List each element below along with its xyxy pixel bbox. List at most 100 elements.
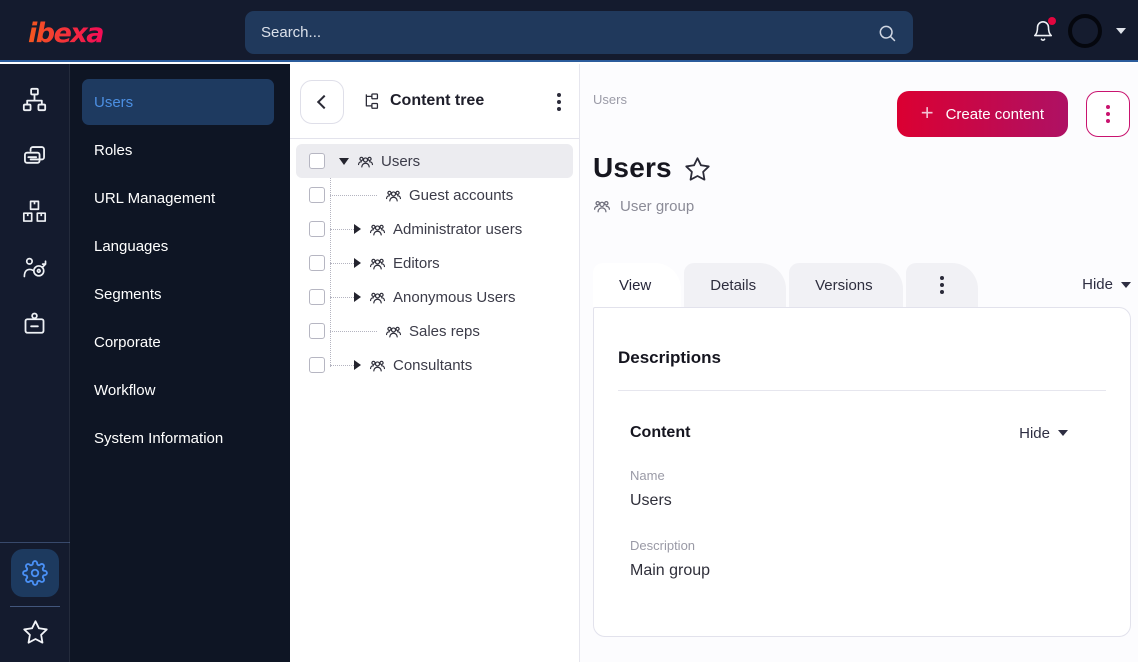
sidebar-item-roles[interactable]: Roles bbox=[82, 127, 274, 173]
admin-settings-button[interactable] bbox=[11, 549, 59, 597]
header-actions: + Create content bbox=[896, 91, 1130, 137]
field-label: Description bbox=[630, 538, 696, 553]
tree-item-label: Administrator users bbox=[393, 220, 523, 238]
divider bbox=[618, 390, 1106, 391]
caret-expanded-icon[interactable] bbox=[339, 157, 349, 165]
tree-item-users[interactable]: Users bbox=[296, 144, 573, 178]
caret-collapsed-icon[interactable] bbox=[354, 224, 361, 234]
field-name: Name Users bbox=[630, 468, 1094, 510]
hide-label: Hide bbox=[1082, 276, 1113, 293]
tree-item-editors[interactable]: Editors bbox=[296, 246, 573, 280]
sidebar-item-url-management[interactable]: URL Management bbox=[82, 175, 274, 221]
view-tab-card: Descriptions Content Hide Name Users Des… bbox=[593, 307, 1131, 637]
search-icon[interactable] bbox=[877, 23, 897, 43]
tree-item-label: Editors bbox=[393, 254, 440, 272]
rail-divider bbox=[10, 606, 60, 607]
avatar[interactable] bbox=[1068, 14, 1102, 48]
bookmarks-button[interactable] bbox=[22, 619, 49, 646]
content-tree-header: Content tree bbox=[290, 64, 579, 138]
search-input[interactable] bbox=[261, 24, 877, 41]
tree-icon bbox=[362, 92, 381, 111]
kebab-menu-icon bbox=[939, 276, 944, 294]
sidebar-item-label: Corporate bbox=[94, 333, 161, 351]
hide-panel-toggle[interactable]: Hide bbox=[1082, 276, 1131, 293]
checkbox[interactable] bbox=[309, 323, 325, 339]
user-group-icon bbox=[593, 197, 611, 215]
hide-section-toggle[interactable]: Hide bbox=[1019, 425, 1068, 442]
caret-collapsed-icon[interactable] bbox=[354, 360, 361, 370]
user-group-icon bbox=[369, 221, 386, 238]
ibexa-admin-app: ibexa Search... Users Roles URL Manageme… bbox=[0, 0, 1138, 662]
user-group-icon bbox=[357, 153, 374, 170]
tree-connector-line bbox=[330, 330, 377, 332]
tree-item-label: Guest accounts bbox=[409, 186, 514, 204]
content-type-label: User group bbox=[620, 197, 695, 215]
field-value: Main group bbox=[630, 562, 711, 579]
tree-connector-line bbox=[330, 194, 377, 196]
user-group-icon bbox=[385, 187, 402, 204]
sidebar-item-label: Workflow bbox=[94, 381, 156, 399]
products-icon[interactable] bbox=[20, 196, 50, 226]
tab-versions[interactable]: Versions bbox=[789, 263, 903, 307]
sidebar-item-label: System Information bbox=[94, 429, 224, 447]
sidebar-item-label: Roles bbox=[94, 141, 133, 159]
tab-label: Versions bbox=[815, 276, 873, 294]
create-content-button[interactable]: + Create content bbox=[896, 91, 1068, 137]
global-search bbox=[245, 11, 913, 54]
caret-collapsed-icon[interactable] bbox=[354, 292, 361, 302]
collapse-tree-button[interactable] bbox=[300, 80, 344, 124]
checkbox[interactable] bbox=[309, 255, 325, 271]
segments-target-icon[interactable] bbox=[20, 252, 50, 282]
content-tree-panel: Content tree Users Guest accounts Admini… bbox=[290, 64, 580, 662]
tree-item-anonymous-users[interactable]: Anonymous Users bbox=[296, 280, 573, 314]
sidebar-item-label: Segments bbox=[94, 285, 162, 303]
sidebar-item-label: Users bbox=[94, 93, 134, 111]
caret-collapsed-icon[interactable] bbox=[354, 258, 361, 268]
sidebar-item-corporate[interactable]: Corporate bbox=[82, 319, 274, 365]
sidebar-item-workflow[interactable]: Workflow bbox=[82, 367, 274, 413]
tab-view[interactable]: View bbox=[593, 263, 682, 307]
checkbox[interactable] bbox=[309, 289, 325, 305]
logo-text: ibexa bbox=[28, 18, 103, 49]
plus-icon: + bbox=[920, 100, 934, 125]
user-group-icon bbox=[369, 357, 386, 374]
content-tree-list: Users Guest accounts Administrator users bbox=[290, 139, 579, 382]
tree-item-label: Users bbox=[381, 152, 421, 170]
breadcrumb[interactable]: Users bbox=[593, 92, 627, 107]
tab-more[interactable] bbox=[905, 263, 978, 307]
content-tree-title-text: Content tree bbox=[390, 92, 485, 109]
more-actions-button[interactable] bbox=[1086, 91, 1130, 137]
pages-icon[interactable] bbox=[20, 140, 50, 170]
user-group-icon bbox=[369, 289, 386, 306]
caret-down-icon[interactable] bbox=[1116, 28, 1126, 34]
checkbox[interactable] bbox=[309, 187, 325, 203]
sidebar-item-segments[interactable]: Segments bbox=[82, 271, 274, 317]
tree-item-sales-reps[interactable]: Sales reps bbox=[296, 314, 573, 348]
sidebar-item-users[interactable]: Users bbox=[82, 79, 274, 125]
ibexa-logo[interactable]: ibexa bbox=[26, 14, 136, 50]
descriptions-heading: Descriptions bbox=[618, 348, 721, 367]
sidebar-item-label: Languages bbox=[94, 237, 169, 255]
content-section-title: Content bbox=[630, 424, 691, 441]
checkbox[interactable] bbox=[309, 357, 325, 373]
hide-label: Hide bbox=[1019, 424, 1050, 442]
content-section-header: Content Hide bbox=[630, 424, 1094, 442]
sidebar-item-languages[interactable]: Languages bbox=[82, 223, 274, 269]
tree-item-administrator-users[interactable]: Administrator users bbox=[296, 212, 573, 246]
sidebar-item-system-information[interactable]: System Information bbox=[82, 415, 274, 461]
tree-options-button[interactable] bbox=[557, 93, 561, 111]
tree-connector-line bbox=[330, 262, 354, 264]
checkbox[interactable] bbox=[309, 221, 325, 237]
sitemap-icon[interactable] bbox=[20, 84, 50, 114]
tree-item-consultants[interactable]: Consultants bbox=[296, 348, 573, 382]
kebab-menu-icon bbox=[1106, 105, 1110, 123]
id-badge-icon[interactable] bbox=[20, 308, 50, 338]
bookmark-star-icon[interactable] bbox=[684, 156, 711, 183]
tree-item-guest-accounts[interactable]: Guest accounts bbox=[296, 178, 573, 212]
admin-sidebar: Users Roles URL Management Languages Seg… bbox=[70, 64, 290, 662]
tab-label: View bbox=[619, 276, 652, 294]
checkbox[interactable] bbox=[309, 153, 325, 169]
notifications-button[interactable] bbox=[1032, 17, 1056, 42]
tab-details[interactable]: Details bbox=[684, 263, 787, 307]
create-content-label: Create content bbox=[945, 105, 1044, 123]
